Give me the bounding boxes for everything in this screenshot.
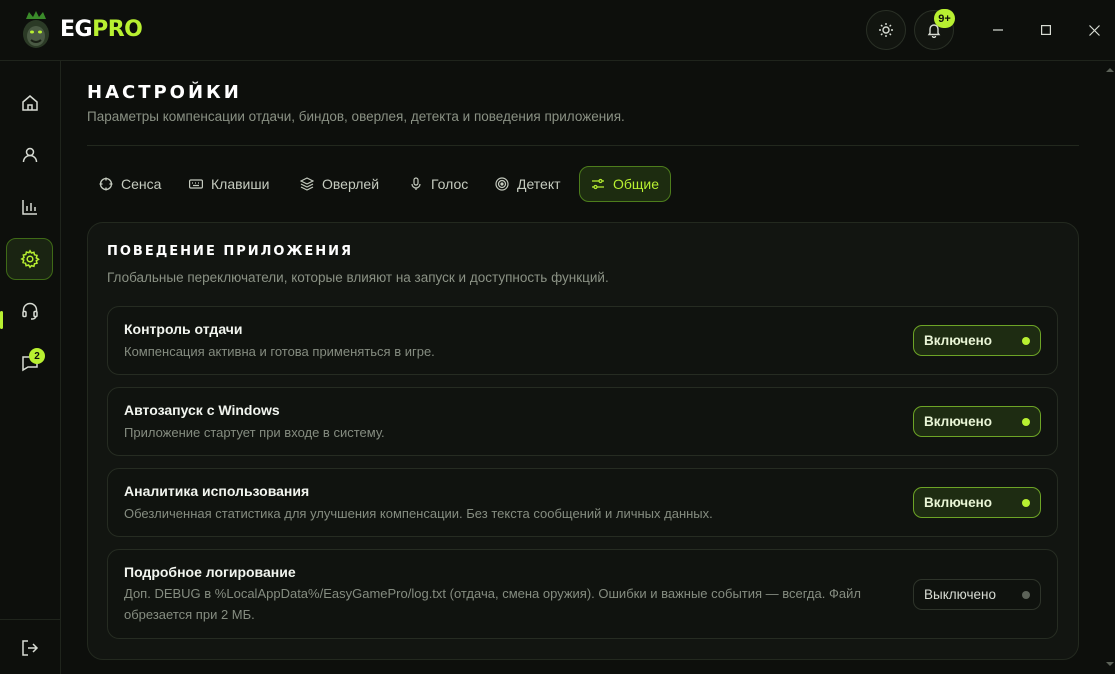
sidebar-item-profile[interactable] bbox=[6, 134, 53, 176]
theme-toggle-button[interactable] bbox=[866, 10, 906, 50]
chat-badge: 2 bbox=[29, 348, 45, 364]
section-title: ПОВЕДЕНИЕ ПРИЛОЖЕНИЯ bbox=[107, 244, 354, 259]
tab-voice[interactable]: Голос bbox=[397, 166, 480, 202]
layers-icon bbox=[300, 177, 314, 191]
page-subtitle: Параметры компенсации отдачи, биндов, ов… bbox=[87, 109, 625, 124]
setting-title: Аналитика использования bbox=[124, 483, 310, 499]
setting-description: Компенсация активна и готова применяться… bbox=[124, 344, 435, 359]
setting-description: Обезличенная статистика для улучшения ко… bbox=[124, 506, 713, 521]
tab-label: Оверлей bbox=[322, 176, 380, 192]
home-icon bbox=[21, 95, 38, 111]
title-bar: EGPRO 9+ bbox=[0, 0, 1115, 61]
tab-label: Детект bbox=[517, 176, 561, 192]
setting-title: Контроль отдачи bbox=[124, 321, 243, 337]
sidebar-item-support[interactable] bbox=[6, 290, 53, 332]
sidebar-item-settings[interactable] bbox=[6, 238, 53, 280]
sidebar-active-indicator bbox=[0, 311, 3, 329]
toggle-status-dot bbox=[1022, 591, 1030, 599]
setting-row-autostart: Автозапуск с Windows Приложение стартует… bbox=[107, 387, 1058, 456]
crosshair-icon bbox=[99, 177, 113, 191]
scroll-up-icon[interactable] bbox=[1106, 66, 1114, 74]
minimize-icon bbox=[993, 29, 1003, 31]
page-title: НАСТРОЙКИ bbox=[87, 82, 242, 103]
analytics-toggle[interactable]: Включено bbox=[913, 487, 1041, 518]
user-icon bbox=[22, 147, 37, 163]
tab-label: Общие bbox=[613, 176, 660, 192]
headset-icon bbox=[21, 302, 38, 320]
notifications-badge: 9+ bbox=[934, 9, 955, 28]
sliders-icon bbox=[592, 178, 604, 190]
tab-label: Клавиши bbox=[211, 176, 270, 192]
header-divider bbox=[87, 145, 1079, 146]
close-button[interactable] bbox=[1080, 16, 1108, 44]
tab-overlay[interactable]: Оверлей bbox=[288, 166, 391, 202]
gear-icon bbox=[19, 249, 40, 269]
verbose-logging-toggle[interactable]: Выключено bbox=[913, 579, 1041, 610]
tab-detect[interactable]: Детект bbox=[483, 166, 573, 202]
mic-icon bbox=[411, 177, 421, 190]
tab-general[interactable]: Общие bbox=[579, 166, 672, 202]
recoil-control-toggle[interactable]: Включено bbox=[913, 325, 1041, 356]
toggle-status-dot bbox=[1022, 337, 1030, 345]
tab-label: Сенса bbox=[121, 176, 162, 192]
tab-label: Голос bbox=[431, 176, 469, 192]
maximize-button[interactable] bbox=[1032, 16, 1060, 44]
sidebar: 2 bbox=[0, 61, 61, 674]
keyboard-icon bbox=[189, 179, 203, 189]
setting-description: Доп. DEBUG в %LocalAppData%/EasyGamePro/… bbox=[124, 586, 861, 622]
toggle-status-dot bbox=[1022, 499, 1030, 507]
maximize-icon bbox=[1041, 25, 1051, 35]
close-icon bbox=[1088, 24, 1100, 36]
toggle-status-dot bbox=[1022, 418, 1030, 426]
minimize-button[interactable] bbox=[984, 16, 1012, 44]
sidebar-item-home[interactable] bbox=[6, 82, 53, 124]
logo-pro: PRO bbox=[92, 17, 143, 42]
setting-row-analytics: Аналитика использования Обезличенная ста… bbox=[107, 468, 1058, 537]
scrollbar[interactable] bbox=[1104, 61, 1115, 674]
setting-title: Подробное логирование bbox=[124, 564, 296, 580]
gorilla-logo-icon bbox=[23, 11, 49, 48]
chart-icon bbox=[21, 200, 37, 215]
setting-title: Автозапуск с Windows bbox=[124, 402, 280, 418]
scroll-down-icon[interactable] bbox=[1106, 660, 1114, 668]
toggle-label: Включено bbox=[924, 333, 993, 348]
setting-row-recoil-control: Контроль отдачи Компенсация активна и го… bbox=[107, 306, 1058, 375]
toggle-label: Включено bbox=[924, 414, 993, 429]
sidebar-item-stats[interactable] bbox=[6, 186, 53, 228]
sidebar-item-chat[interactable] bbox=[6, 342, 53, 384]
tab-sensa[interactable]: Сенса bbox=[87, 166, 173, 202]
toggle-label: Выключено bbox=[924, 587, 996, 602]
logo-eg: EG bbox=[60, 17, 93, 42]
target-icon bbox=[495, 177, 509, 191]
logout-button[interactable] bbox=[6, 627, 53, 669]
tab-keys[interactable]: Клавиши bbox=[177, 166, 281, 202]
sidebar-divider bbox=[0, 619, 60, 620]
sun-icon bbox=[879, 23, 893, 37]
logout-icon bbox=[21, 640, 38, 656]
toggle-label: Включено bbox=[924, 495, 993, 510]
app-logo-text: EGPRO bbox=[60, 17, 143, 42]
autostart-toggle[interactable]: Включено bbox=[913, 406, 1041, 437]
section-subtitle: Глобальные переключатели, которые влияют… bbox=[107, 270, 609, 285]
setting-row-verbose-logging: Подробное логирование Доп. DEBUG в %Loca… bbox=[107, 549, 1058, 639]
setting-description: Приложение стартует при входе в систему. bbox=[124, 425, 385, 440]
